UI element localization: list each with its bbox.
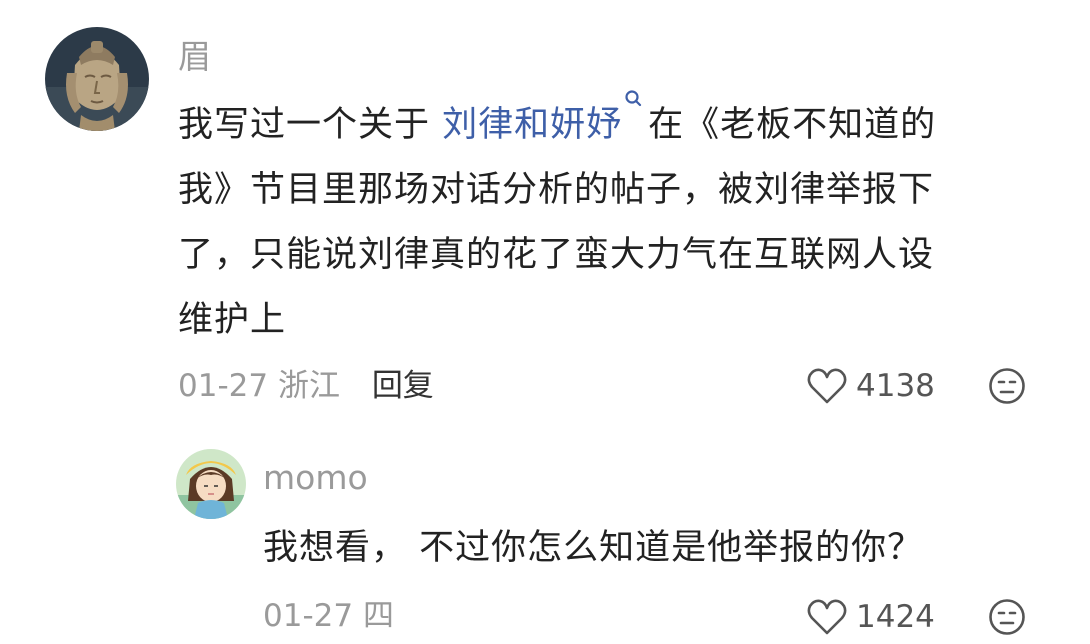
neutral-face-icon[interactable]: [988, 367, 1026, 409]
comment-line-1: 我写过一个关于 刘律和妍妤 在《老板不知道的: [178, 90, 1058, 158]
comment-body: 我写过一个关于 刘律和妍妤 在《老板不知道的 我》节目里那场对话分析的帖子，被刘律…: [178, 90, 1058, 353]
statue-avatar-icon: [45, 27, 149, 131]
reply-location: 四: [362, 598, 394, 634]
neutral-face-icon[interactable]: [988, 598, 1026, 640]
comment-meta: 01-27 浙江 回复: [178, 366, 434, 406]
comment-date: 01-27: [178, 368, 269, 404]
reply-like-count: 1424: [856, 599, 935, 635]
fade-overlay: [395, 596, 685, 644]
reply-button[interactable]: 回复: [372, 368, 434, 404]
reply-username[interactable]: momo: [263, 458, 368, 498]
reply-date: 01-27: [263, 598, 354, 634]
heart-outline-icon: [807, 599, 847, 635]
comment-thread: 眉 我写过一个关于 刘律和妍妤 在《老板不知道的 我》节目里那场对话分析的帖子，被…: [0, 0, 1090, 644]
reply-user-avatar[interactable]: [176, 449, 246, 519]
reply-like-button[interactable]: 1424: [806, 597, 935, 637]
comment-line-2: 我》节目里那场对话分析的帖子，被刘律举报下: [178, 170, 935, 210]
comment-username[interactable]: 眉: [178, 37, 211, 77]
comment-line-4: 维护上: [178, 300, 287, 340]
search-icon[interactable]: [622, 90, 642, 128]
reply-meta: 01-27 四: [263, 596, 394, 636]
comment-location: 浙江: [277, 368, 340, 404]
comment-line-3: 了，只能说刘律真的花了蛮大力气在互联网人设: [178, 235, 935, 275]
reply-body: 我想看， 不过你怎么知道是他举报的你？: [263, 528, 924, 568]
mention-link[interactable]: 刘律和妍妤: [442, 105, 622, 145]
heart-outline-icon: [807, 368, 847, 404]
cartoon-girl-avatar-icon: [176, 449, 246, 519]
user-avatar[interactable]: [45, 27, 149, 131]
comment-like-button[interactable]: 4138: [806, 366, 935, 406]
comment-like-count: 4138: [856, 368, 935, 404]
